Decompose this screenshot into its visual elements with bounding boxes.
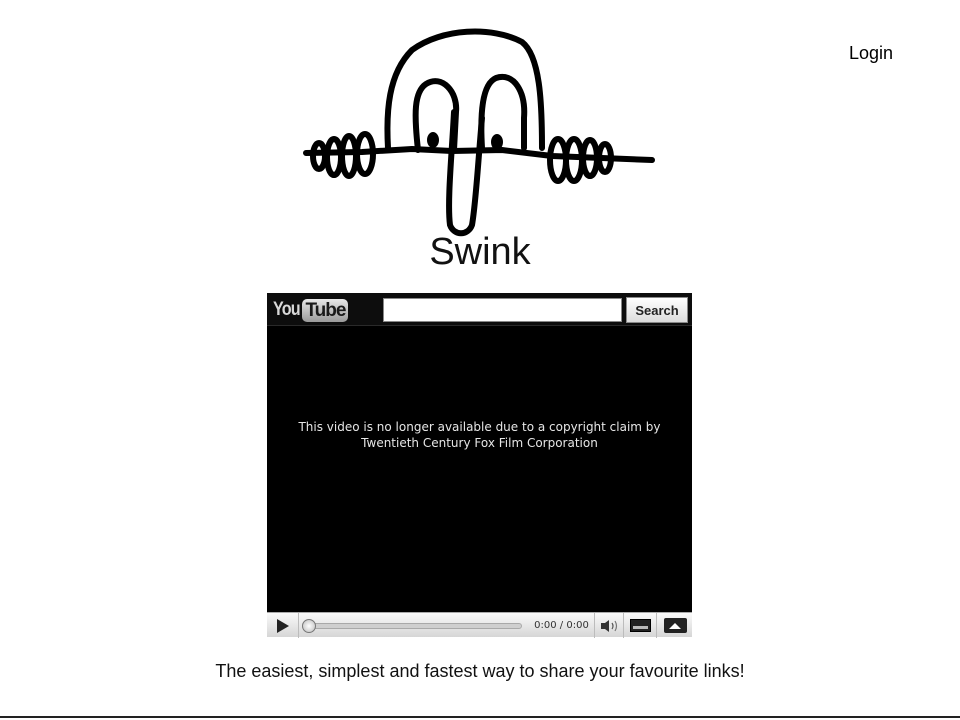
player-top-bar: You Tube Search	[267, 293, 692, 326]
player-search-button[interactable]: Search	[626, 297, 688, 323]
player-search-input[interactable]	[383, 298, 622, 322]
play-icon	[276, 618, 289, 633]
progress-bar[interactable]	[302, 619, 522, 633]
progress-handle[interactable]	[302, 619, 316, 633]
fullscreen-icon	[663, 618, 687, 633]
swink-logo	[303, 28, 655, 237]
progress-track	[308, 623, 522, 629]
youtube-player[interactable]: You Tube Search This video is no longer a…	[267, 293, 692, 638]
bottom-divider	[0, 716, 960, 718]
player-size-button[interactable]	[625, 613, 657, 638]
player-size-icon	[630, 619, 651, 632]
tagline: The easiest, simplest and fastest way to…	[215, 661, 745, 681]
volume-button[interactable]	[596, 613, 624, 638]
play-button[interactable]	[267, 613, 299, 638]
volume-icon	[600, 619, 617, 632]
brand-title: Swink	[429, 231, 531, 273]
video-unavailable-message: This video is no longer available due to…	[298, 420, 661, 450]
player-controls: 0:00 / 0:00	[267, 612, 692, 638]
time-display: 0:00 / 0:00	[529, 613, 595, 638]
youtube-logo-icon[interactable]: You Tube	[273, 298, 349, 322]
fullscreen-button[interactable]	[658, 613, 692, 638]
login-link[interactable]: Login	[849, 43, 893, 64]
